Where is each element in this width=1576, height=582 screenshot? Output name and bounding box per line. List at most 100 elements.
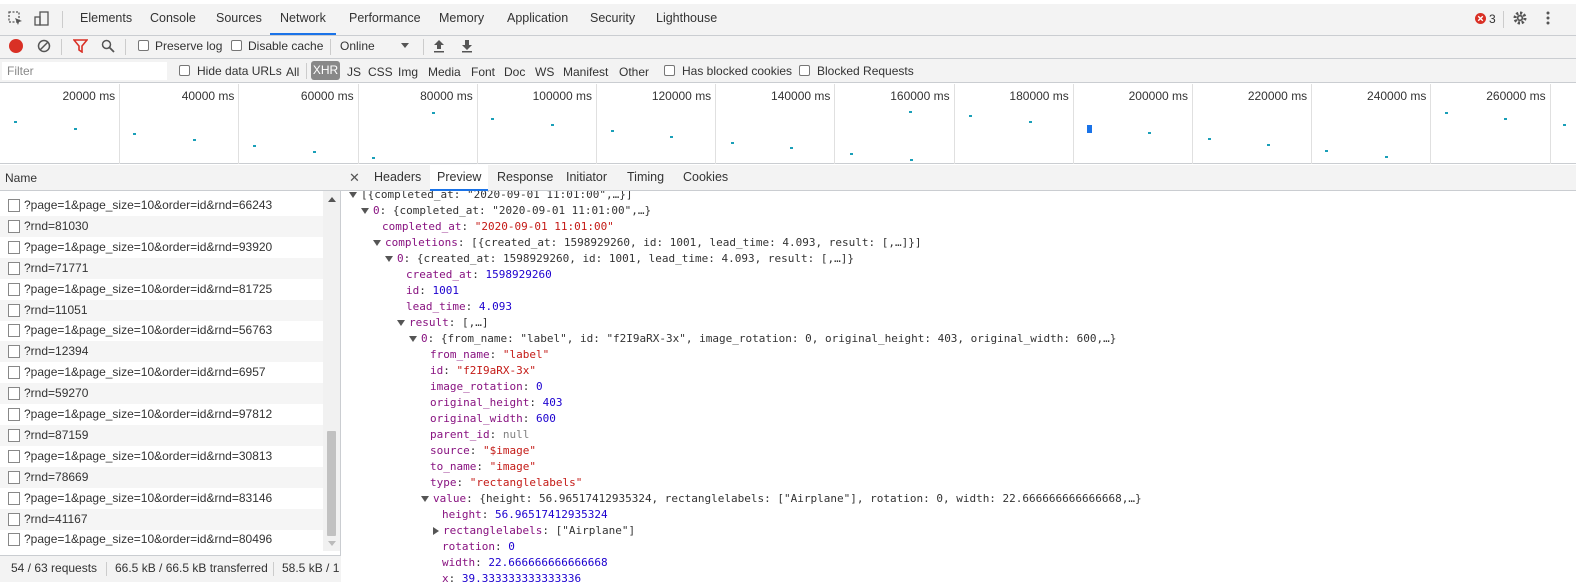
json-completion-item-row[interactable]: 0: {created_at: 1598929260, id: 1001, le…	[385, 251, 854, 267]
hide-data-urls-checkbox[interactable]	[179, 65, 190, 76]
request-row[interactable]: ?rnd=59270	[0, 383, 323, 405]
request-row[interactable]: ?rnd=71771	[0, 257, 323, 279]
gear-icon[interactable]	[1512, 10, 1528, 26]
collapse-triangle-icon[interactable]	[409, 336, 417, 342]
type-filter-img[interactable]: Img	[398, 65, 418, 79]
error-count[interactable]: 3	[1489, 12, 1496, 26]
overview-time-label: 200000 ms	[1128, 89, 1188, 103]
type-filter-ws[interactable]: WS	[535, 65, 554, 79]
json-value: 22.666666666666668	[488, 556, 608, 569]
tab-lighthouse[interactable]: Lighthouse	[646, 4, 727, 35]
tab-response[interactable]: Response	[490, 165, 560, 191]
json-root-row[interactable]: [{completed_at: "2020-09-01 11:01:00",…}…	[349, 191, 633, 203]
tab-initiator[interactable]: Initiator	[559, 165, 614, 191]
tab-sources[interactable]: Sources	[206, 4, 272, 35]
type-filter-all[interactable]: All	[286, 65, 299, 79]
request-name: ?page=1&page_size=10&order=id&rnd=80496	[24, 532, 273, 547]
json-result-row[interactable]: result: [,…]	[397, 315, 489, 331]
request-file-icon	[8, 449, 20, 463]
tab-cookies[interactable]: Cookies	[676, 165, 735, 191]
tab-security[interactable]: Security	[580, 4, 645, 35]
json-value: 600	[535, 412, 556, 425]
type-filter-manifest[interactable]: Manifest	[563, 65, 608, 79]
type-filter-css[interactable]: CSS	[368, 65, 393, 79]
request-row[interactable]: ?page=1&page_size=10&order=id&rnd=97812	[0, 404, 323, 425]
collapse-triangle-icon[interactable]	[349, 192, 357, 198]
json-summary: {height: 56.96517412935324, rectanglelab…	[479, 492, 1142, 505]
tab-elements[interactable]: Elements	[70, 4, 142, 35]
record-button[interactable]	[9, 39, 23, 53]
search-icon[interactable]	[101, 39, 115, 53]
request-row[interactable]: ?rnd=81030	[0, 215, 323, 237]
collapse-triangle-icon[interactable]	[397, 320, 405, 326]
request-list-scrollbar[interactable]	[323, 191, 340, 551]
collapse-triangle-icon[interactable]	[373, 240, 381, 246]
more-options-icon[interactable]	[1540, 10, 1556, 26]
request-row[interactable]: ?rnd=12394	[0, 341, 323, 363]
blocked-cookies-label[interactable]: Has blocked cookies	[682, 64, 792, 78]
request-row[interactable]: ?page=1&page_size=10&order=id&rnd=30813	[0, 446, 323, 467]
type-filter-other[interactable]: Other	[619, 65, 649, 79]
json-item-row[interactable]: 0: {completed_at: "2020-09-01 11:01:00",…	[361, 203, 651, 219]
tab-timing[interactable]: Timing	[620, 165, 671, 191]
disable-cache-checkbox[interactable]	[231, 40, 242, 51]
tab-application[interactable]: Application	[497, 4, 578, 35]
filter-icon[interactable]	[73, 39, 88, 53]
request-row[interactable]: ?page=1&page_size=10&order=id&rnd=93920	[0, 237, 323, 258]
hide-data-urls-label[interactable]: Hide data URLs	[197, 64, 282, 78]
chevron-down-icon[interactable]	[401, 43, 409, 48]
type-filter-doc[interactable]: Doc	[504, 65, 525, 79]
device-toolbar-icon[interactable]	[34, 11, 50, 27]
preserve-log-label[interactable]: Preserve log	[155, 39, 222, 53]
scroll-down-icon[interactable]	[328, 541, 336, 546]
json-rectanglelabels-row[interactable]: rectanglelabels: ["Airplane"]	[433, 523, 635, 539]
collapse-triangle-icon[interactable]	[361, 208, 369, 214]
collapse-triangle-icon[interactable]	[385, 256, 393, 262]
json-completions-row[interactable]: completions: [{created_at: 1598929260, i…	[373, 235, 921, 251]
expand-triangle-icon[interactable]	[433, 527, 439, 535]
export-har-icon[interactable]	[461, 39, 473, 53]
overview-time-label: 20000 ms	[62, 89, 116, 103]
tab-headers[interactable]: Headers	[367, 165, 428, 191]
filter-input[interactable]: Filter	[2, 62, 167, 80]
overview-request-mark	[1504, 118, 1507, 120]
request-row[interactable]: ?page=1&page_size=10&order=id&rnd=83146	[0, 488, 323, 509]
name-column-header[interactable]: Name	[0, 165, 341, 191]
request-file-icon	[8, 303, 20, 317]
tab-network[interactable]: Network	[270, 4, 336, 35]
request-row[interactable]: ?page=1&page_size=10&order=id&rnd=66243	[0, 195, 323, 216]
tab-performance[interactable]: Performance	[339, 4, 431, 35]
tab-memory[interactable]: Memory	[429, 4, 494, 35]
blocked-requests-label[interactable]: Blocked Requests	[817, 64, 914, 78]
request-row[interactable]: ?rnd=41167	[0, 508, 323, 530]
throttle-select[interactable]: Online	[340, 39, 375, 53]
timeline-overview[interactable]: 20000 ms 40000 ms 60000 ms 80000 ms 100000 m…	[0, 84, 1576, 164]
request-row[interactable]: ?rnd=78669	[0, 466, 323, 488]
preserve-log-checkbox[interactable]	[138, 40, 149, 51]
request-row[interactable]: ?rnd=11051	[0, 299, 323, 321]
tab-console[interactable]: Console	[140, 4, 206, 35]
blocked-requests-checkbox[interactable]	[799, 65, 810, 76]
request-row[interactable]: ?page=1&page_size=10&order=id&rnd=6957	[0, 362, 323, 383]
inspect-element-icon[interactable]	[8, 11, 24, 27]
clear-icon[interactable]	[37, 39, 51, 53]
json-value-row[interactable]: value: {height: 56.96517412935324, recta…	[421, 491, 1142, 507]
close-icon[interactable]: ✕	[349, 170, 360, 186]
error-icon[interactable]	[1475, 13, 1486, 24]
request-row[interactable]: ?rnd=87159	[0, 424, 323, 446]
import-har-icon[interactable]	[433, 39, 445, 53]
type-filter-font[interactable]: Font	[471, 65, 495, 79]
collapse-triangle-icon[interactable]	[421, 496, 429, 502]
blocked-cookies-checkbox[interactable]	[664, 65, 675, 76]
type-filter-js[interactable]: JS	[347, 65, 361, 79]
request-row[interactable]: ?page=1&page_size=10&order=id&rnd=56763	[0, 320, 323, 341]
disable-cache-label[interactable]: Disable cache	[248, 39, 323, 53]
scroll-up-icon[interactable]	[328, 197, 336, 202]
type-filter-xhr[interactable]: XHR	[311, 61, 340, 80]
json-result-item-row[interactable]: 0: {from_name: "label", id: "f2I9aRX-3x"…	[409, 331, 1116, 347]
scrollbar-thumb[interactable]	[327, 431, 336, 536]
request-row[interactable]: ?page=1&page_size=10&order=id&rnd=81725	[0, 279, 323, 300]
request-row[interactable]: ?page=1&page_size=10&order=id&rnd=80496	[0, 529, 323, 550]
type-filter-media[interactable]: Media	[428, 65, 461, 79]
tab-preview[interactable]: Preview	[430, 165, 489, 191]
